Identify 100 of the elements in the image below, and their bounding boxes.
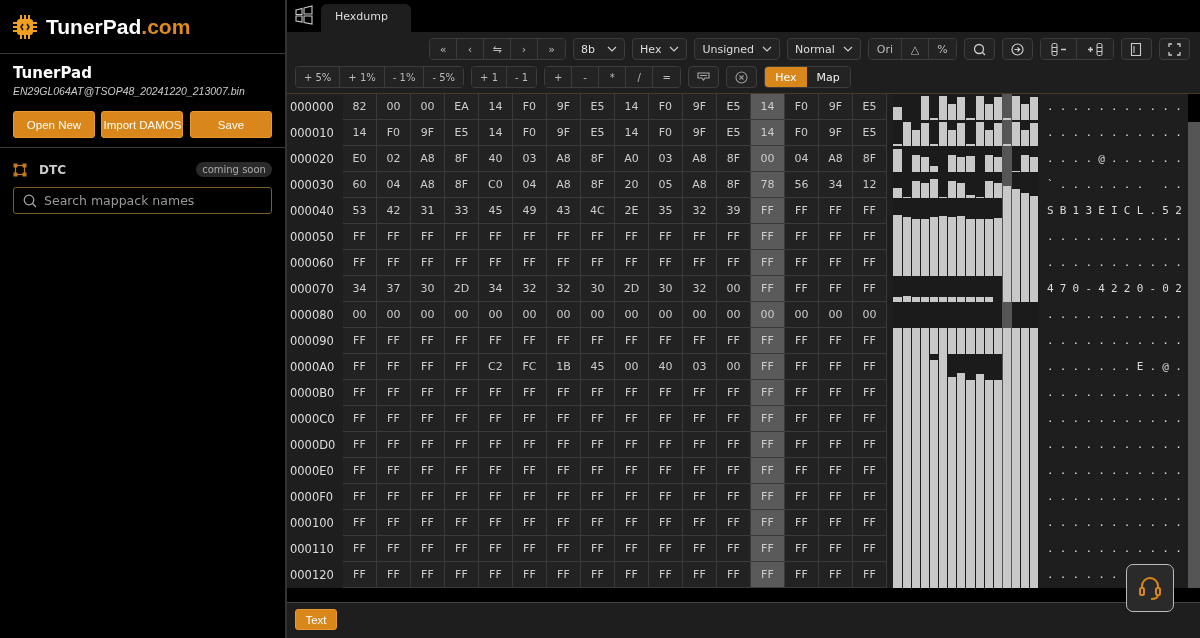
hex-cell[interactable]: FF: [546, 510, 581, 536]
hex-cell[interactable]: FF: [512, 510, 547, 536]
hex-cell[interactable]: FF: [784, 276, 819, 302]
hex-cell[interactable]: 37: [376, 276, 411, 302]
hex-cell[interactable]: FF: [376, 458, 411, 484]
hex-cell[interactable]: FF: [750, 510, 785, 536]
hex-cell[interactable]: FF: [546, 380, 581, 406]
hex-cell[interactable]: FF: [716, 224, 751, 250]
hex-cell[interactable]: FF: [478, 328, 513, 354]
hex-cell[interactable]: 34: [342, 276, 377, 302]
hex-cell[interactable]: FF: [580, 250, 615, 276]
hex-cell[interactable]: FF: [614, 562, 649, 588]
hex-cell[interactable]: FF: [682, 484, 717, 510]
hex-cell[interactable]: FF: [682, 224, 717, 250]
hex-cell[interactable]: FF: [546, 432, 581, 458]
hex-cell[interactable]: A8: [546, 146, 581, 172]
hex-cell[interactable]: FF: [546, 562, 581, 588]
hex-cell[interactable]: 39: [716, 198, 751, 224]
hex-cell[interactable]: FF: [750, 250, 785, 276]
hex-cell[interactable]: FF: [818, 380, 853, 406]
hex-cell[interactable]: FF: [410, 536, 445, 562]
hex-cell[interactable]: FF: [682, 328, 717, 354]
hex-cell[interactable]: FF: [410, 328, 445, 354]
hex-cell[interactable]: FF: [376, 484, 411, 510]
toolbar-button[interactable]: -: [572, 67, 600, 87]
toolbar-button[interactable]: + 5%: [295, 67, 341, 87]
hex-cell[interactable]: FF: [376, 250, 411, 276]
hex-cell[interactable]: 33: [444, 198, 479, 224]
hex-cell[interactable]: FF: [478, 510, 513, 536]
hex-cell[interactable]: FF: [342, 562, 377, 588]
hex-cell[interactable]: FF: [546, 484, 581, 510]
hex-cell[interactable]: FF: [478, 484, 513, 510]
hex-cell[interactable]: FF: [784, 562, 819, 588]
toolbar-button[interactable]: ⇋: [484, 39, 512, 59]
hex-cell[interactable]: 14: [614, 120, 649, 146]
dropdown[interactable]: Hex: [632, 38, 688, 60]
hex-cell[interactable]: 00: [478, 302, 513, 328]
hex-cell[interactable]: FF: [682, 510, 717, 536]
hex-cell[interactable]: FF: [614, 458, 649, 484]
hex-cell[interactable]: FF: [478, 432, 513, 458]
hex-cell[interactable]: 00: [818, 302, 853, 328]
hex-cell[interactable]: FF: [852, 406, 887, 432]
dropdown[interactable]: 8b: [573, 38, 626, 60]
hex-cell[interactable]: 9F: [410, 120, 445, 146]
hex-cell[interactable]: FF: [852, 198, 887, 224]
hex-cell[interactable]: 45: [580, 354, 615, 380]
hex-cell[interactable]: FF: [614, 510, 649, 536]
hex-cell[interactable]: 8F: [444, 146, 479, 172]
hex-cell[interactable]: 82: [342, 94, 377, 120]
hex-cell[interactable]: FF: [478, 380, 513, 406]
toolbar-button[interactable]: - 1: [507, 67, 537, 87]
hex-cell[interactable]: A8: [410, 146, 445, 172]
hex-cell[interactable]: FF: [546, 536, 581, 562]
hex-cell[interactable]: 00: [512, 302, 547, 328]
hex-cell[interactable]: FF: [648, 458, 683, 484]
hex-cell[interactable]: 31: [410, 198, 445, 224]
hex-cell[interactable]: FF: [784, 510, 819, 536]
hex-cell[interactable]: FF: [444, 536, 479, 562]
hex-cell[interactable]: A8: [682, 172, 717, 198]
hex-cell[interactable]: FF: [546, 458, 581, 484]
hex-cell[interactable]: FF: [410, 354, 445, 380]
hex-cell[interactable]: 00: [376, 302, 411, 328]
hex-cell[interactable]: FF: [716, 562, 751, 588]
hex-cell[interactable]: FF: [750, 276, 785, 302]
hex-cell[interactable]: E5: [716, 94, 751, 120]
hex-cell[interactable]: FF: [750, 328, 785, 354]
remove-column-button[interactable]: [1041, 39, 1077, 59]
hex-cell[interactable]: 2E: [614, 198, 649, 224]
toolbar-button[interactable]: /: [626, 67, 654, 87]
hex-cell[interactable]: FF: [852, 328, 887, 354]
hex-cell[interactable]: FF: [546, 406, 581, 432]
hex-cell[interactable]: FF: [648, 406, 683, 432]
hex-cell[interactable]: FF: [512, 224, 547, 250]
hex-cell[interactable]: 34: [818, 172, 853, 198]
hex-cell[interactable]: FF: [852, 380, 887, 406]
hex-cell[interactable]: FF: [818, 354, 853, 380]
hex-cell[interactable]: FF: [376, 510, 411, 536]
hex-cell[interactable]: FF: [818, 250, 853, 276]
toolbar-button[interactable]: ›: [511, 39, 539, 59]
tag-button[interactable]: [688, 66, 720, 88]
hex-cell[interactable]: FF: [410, 250, 445, 276]
hex-cell[interactable]: 00: [750, 302, 785, 328]
hex-cell[interactable]: FF: [750, 380, 785, 406]
notes-button[interactable]: [1121, 38, 1152, 60]
hex-cell[interactable]: FF: [784, 250, 819, 276]
hex-cell[interactable]: 04: [512, 172, 547, 198]
hex-cell[interactable]: FF: [852, 484, 887, 510]
hex-cell[interactable]: FF: [716, 380, 751, 406]
hex-cell[interactable]: FF: [648, 328, 683, 354]
hex-cell[interactable]: FF: [512, 328, 547, 354]
hex-cell[interactable]: FF: [818, 198, 853, 224]
hex-cell[interactable]: FF: [342, 484, 377, 510]
hex-cell[interactable]: FF: [512, 380, 547, 406]
hex-cell[interactable]: 00: [376, 94, 411, 120]
clear-button[interactable]: [726, 66, 758, 88]
hex-cell[interactable]: E5: [580, 120, 615, 146]
hex-cell[interactable]: FF: [818, 328, 853, 354]
hex-cell[interactable]: FF: [546, 224, 581, 250]
hex-cell[interactable]: FF: [342, 536, 377, 562]
hex-cell[interactable]: 00: [614, 302, 649, 328]
